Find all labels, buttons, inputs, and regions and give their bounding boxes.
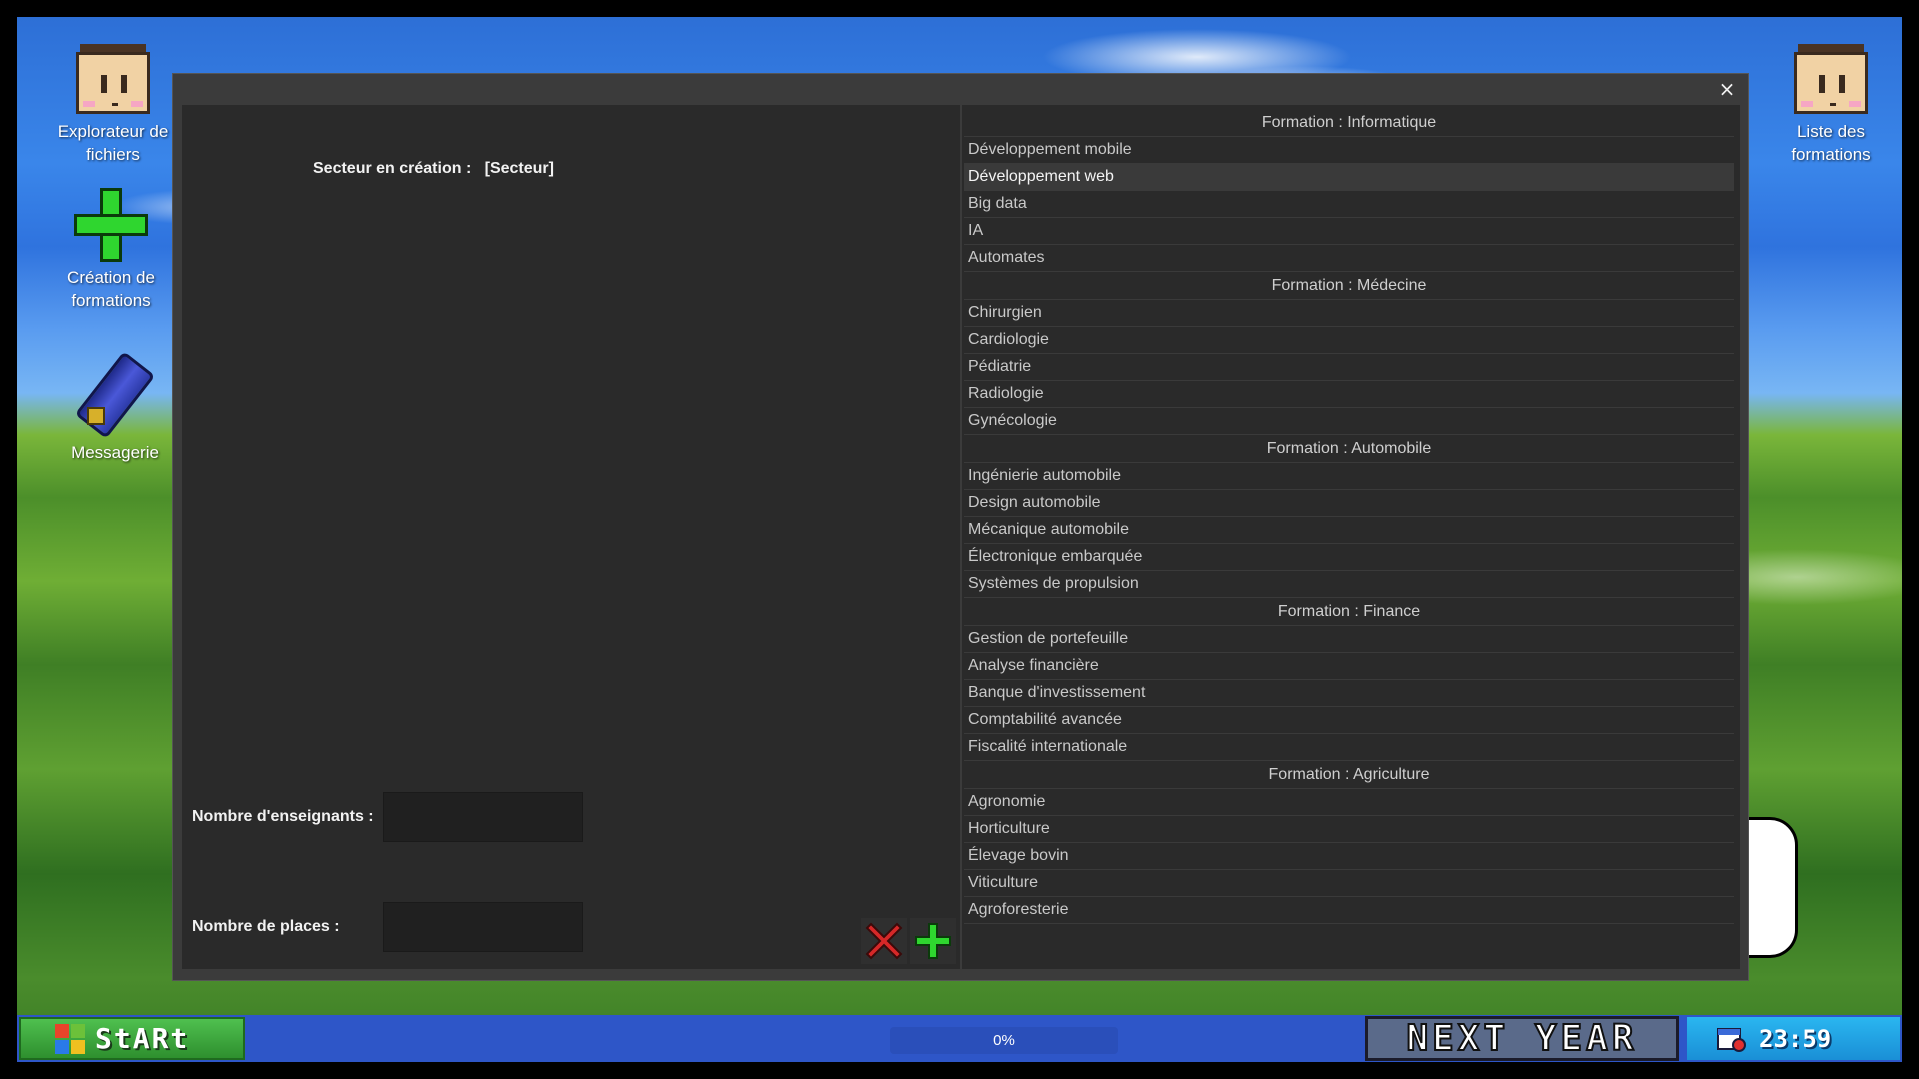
windows-logo-icon [55, 1023, 85, 1054]
folder-face-icon [76, 44, 150, 116]
course-list-item[interactable]: Automates [964, 245, 1734, 272]
course-list-item[interactable]: Systèmes de propulsion [964, 571, 1734, 598]
next-year-label: NEXT YEAR [1405, 1017, 1638, 1060]
course-list-item[interactable]: Ingénierie automobile [964, 463, 1734, 490]
course-list-item[interactable]: IA [964, 218, 1734, 245]
plus-icon [74, 188, 148, 262]
add-button[interactable] [910, 918, 956, 964]
course-list-item[interactable]: Banque d'investissement [964, 680, 1734, 707]
course-creation-label: Création de formations [67, 268, 155, 310]
course-list-item[interactable]: Comptabilité avancée [964, 707, 1734, 734]
course-list-item[interactable]: Élevage bovin [964, 843, 1734, 870]
course-list-item[interactable]: Design automobile [964, 490, 1734, 517]
background-cloud-shape [1745, 817, 1798, 958]
course-creation-window: × Secteur en création : [Secteur] Nombre… [172, 73, 1749, 981]
start-label: StARt [95, 1022, 190, 1055]
formation-group-header: Formation : Finance [964, 598, 1734, 626]
form-panel: Secteur en création : [Secteur] Nombre d… [182, 105, 960, 969]
formation-group-header: Formation : Médecine [964, 272, 1734, 300]
close-button[interactable]: × [1716, 78, 1738, 100]
teachers-count-input[interactable] [383, 792, 583, 842]
formation-group-header: Formation : Automobile [964, 435, 1734, 463]
course-list-item[interactable]: Fiscalité internationale [964, 734, 1734, 761]
course-list-item[interactable]: Développement mobile [964, 137, 1734, 164]
cancel-button[interactable] [861, 918, 907, 964]
course-list-label: Liste des formations [1791, 122, 1871, 164]
red-x-icon [865, 922, 903, 960]
start-button[interactable]: StARt [19, 1017, 245, 1060]
course-list-item[interactable]: Chirurgien [964, 300, 1734, 327]
course-list-item[interactable]: Horticulture [964, 816, 1734, 843]
messaging-shortcut[interactable]: Messagerie [55, 347, 175, 464]
calendar-icon [1717, 1027, 1746, 1052]
course-list-panel: Formation : Informatique Développement mo… [962, 105, 1740, 969]
course-list-item[interactable]: Gynécologie [964, 408, 1734, 435]
course-list-item[interactable]: Agroforesterie [964, 897, 1734, 924]
system-clock: 23:59 [1687, 1017, 1900, 1060]
course-list-item[interactable]: Cardiologie [964, 327, 1734, 354]
folder-face-icon [1794, 44, 1868, 116]
sector-label: Secteur en création : [Secteur] [313, 160, 554, 177]
course-creation-shortcut[interactable]: Création de formations [51, 188, 171, 312]
progress-label: 0% [993, 1032, 1015, 1049]
formation-group-header: Formation : Informatique [964, 109, 1734, 137]
formation-group-header: Formation : Agriculture [964, 761, 1734, 789]
course-list-item[interactable]: Analyse financière [964, 653, 1734, 680]
clock-time: 23:59 [1759, 1024, 1832, 1053]
messaging-label: Messagerie [71, 443, 159, 462]
course-list-item[interactable]: Gestion de portefeuille [964, 626, 1734, 653]
next-year-button[interactable]: NEXT YEAR [1365, 1016, 1679, 1061]
scroll-icon [74, 347, 156, 439]
file-explorer-shortcut[interactable]: Explorateur de fichiers [53, 44, 173, 166]
taskbar: StARt 0% NEXT YEAR 23:59 [17, 1015, 1902, 1062]
places-label: Nombre de places : [192, 918, 340, 935]
teachers-label: Nombre d'enseignants : [192, 808, 374, 825]
sector-value: [Secteur] [484, 160, 554, 177]
course-list-item[interactable]: Pédiatrie [964, 354, 1734, 381]
course-list-item[interactable]: Électronique embarquée [964, 544, 1734, 571]
course-list-item[interactable]: Agronomie [964, 789, 1734, 816]
file-explorer-label: Explorateur de fichiers [57, 122, 169, 164]
course-list-item[interactable]: Radiologie [964, 381, 1734, 408]
course-list-shortcut[interactable]: Liste des formations [1771, 44, 1891, 166]
course-list-item[interactable]: Mécanique automobile [964, 517, 1734, 544]
green-plus-icon [915, 923, 951, 959]
year-progress-bar: 0% [890, 1027, 1118, 1054]
course-list-item[interactable]: Viticulture [964, 870, 1734, 897]
course-list-item[interactable]: Développement web [964, 164, 1734, 191]
places-count-input[interactable] [383, 902, 583, 952]
course-list-item[interactable]: Big data [964, 191, 1734, 218]
